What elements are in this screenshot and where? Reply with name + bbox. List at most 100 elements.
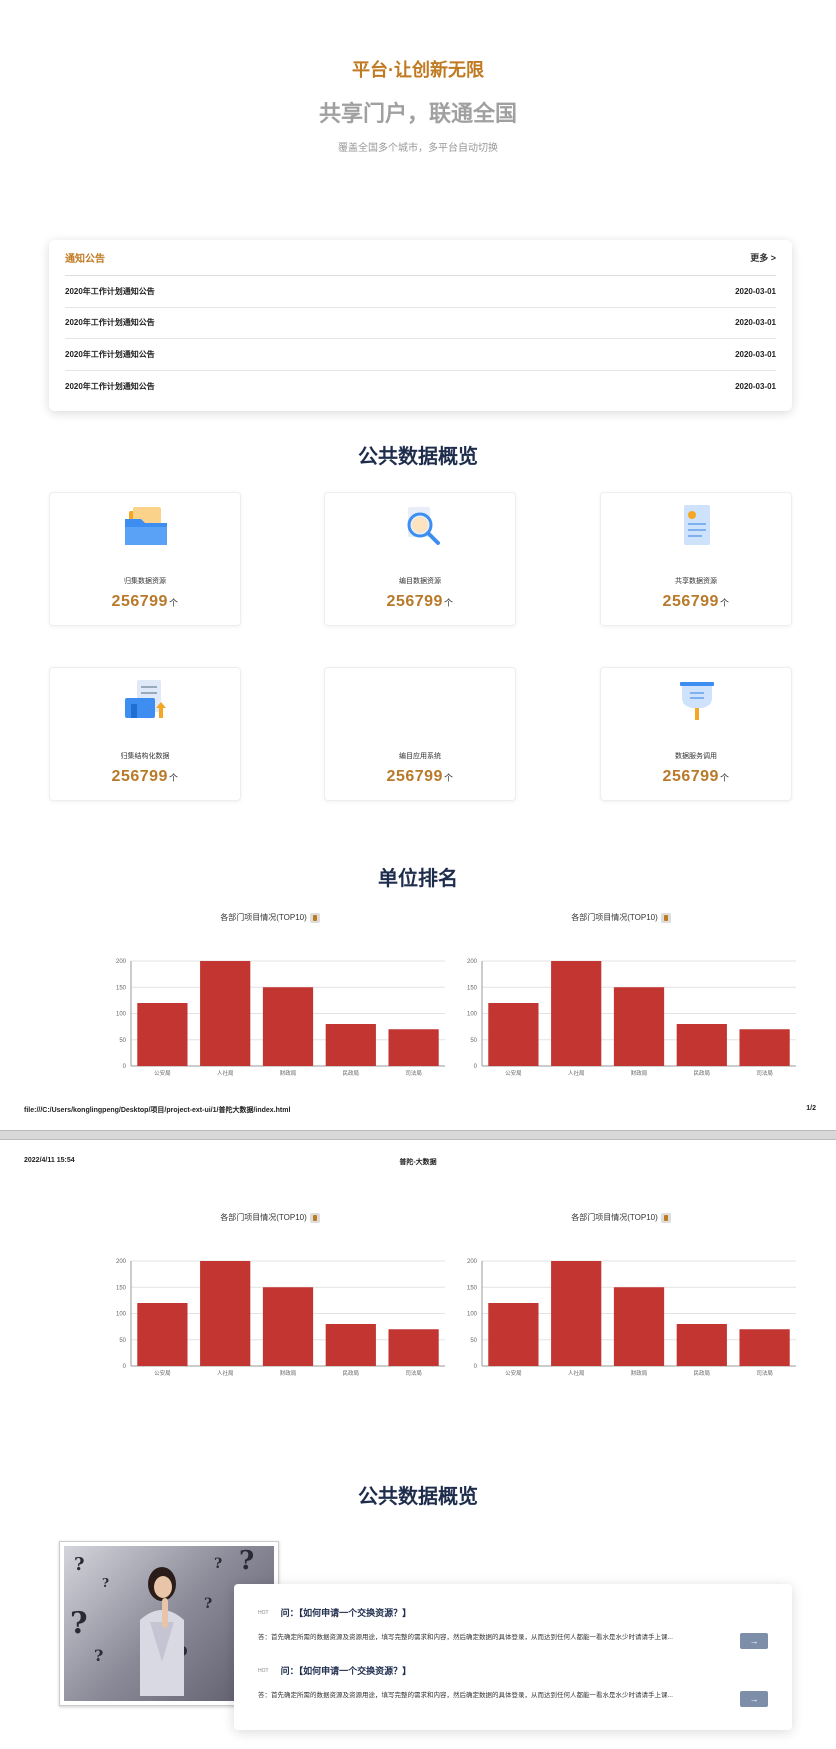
x-tick-label: 公安局 (154, 1369, 171, 1377)
stat-card[interactable]: 编目数据资源 256799个 (324, 492, 516, 626)
faq-answer: 答：首先确定所需的数据资源及资源用途，填写完整的需求和内容，然后确定数据的具体登… (258, 1692, 673, 1699)
faq-question-text[interactable]: 问：【如何申请一个交换资源？】 (281, 1664, 412, 1677)
y-tick-label: 0 (123, 1064, 127, 1070)
bar (200, 961, 251, 1066)
y-tick-label: 0 (474, 1064, 478, 1070)
notice-item-title: 2020年工作计划通知公告 (65, 381, 155, 391)
x-tick-label: 财政局 (280, 1369, 297, 1377)
overview2-title: 公共数据概览 (358, 1486, 478, 1508)
x-tick-label: 公安局 (505, 1369, 522, 1377)
bar (551, 1261, 602, 1366)
x-tick-label: 民政局 (694, 1369, 711, 1377)
x-tick-label: 人社局 (217, 1069, 234, 1077)
notice-item-date: 2020-03-01 (735, 349, 776, 359)
x-tick-label: 人社局 (568, 1369, 585, 1377)
notice-item[interactable]: 2020年工作计划通知公告 2020-03-01 (65, 339, 776, 371)
notice-item-date: 2020-03-01 (735, 318, 776, 328)
x-tick-label: 民政局 (343, 1369, 360, 1377)
bar-chart: 各部门项目情况(TOP10) 0 50 100 150 200 公安局 人社局 财政局 民政局 司… (446, 1212, 796, 1392)
bar (262, 1287, 314, 1366)
x-tick-label: 公安局 (505, 1069, 522, 1077)
x-tick-label: 人社局 (217, 1369, 234, 1377)
x-tick-label: 民政局 (343, 1069, 360, 1077)
y-tick-label: 50 (119, 1338, 126, 1344)
y-tick-label: 150 (116, 1285, 127, 1291)
notice-item[interactable]: 2020年工作计划通知公告 2020-03-01 (65, 371, 776, 403)
bar (676, 1324, 727, 1366)
bar (676, 1024, 727, 1066)
notice-item[interactable]: 2020年工作计划通知公告 2020-03-01 (65, 308, 776, 339)
y-tick-label: 0 (474, 1364, 478, 1370)
bar (739, 1329, 790, 1366)
x-tick-label: 民政局 (694, 1069, 711, 1077)
chart-download-icon[interactable] (660, 912, 671, 923)
print-footer-page: 1/2 (806, 1105, 816, 1112)
stat-card[interactable]: 归集数据资源 256799个 (49, 492, 241, 626)
print-header-title: 普陀-大数据 (399, 1159, 437, 1166)
chart-title: 各部门项目情况(TOP10) (446, 1212, 796, 1223)
chart-download-icon[interactable] (309, 912, 320, 923)
x-tick-label: 财政局 (631, 1069, 648, 1077)
bar (325, 1024, 376, 1066)
bar (739, 1029, 790, 1066)
faq-item: HOT 问：【如何申请一个交换资源？】 答：首先确定所需的数据资源及资源用途，填… (258, 1664, 768, 1722)
bar (262, 987, 314, 1066)
stat-card[interactable]: 共享数据资源 256799个 (600, 492, 792, 626)
y-tick-label: 150 (467, 1285, 478, 1291)
y-tick-label: 200 (116, 959, 127, 965)
document-upload-icon (125, 680, 166, 718)
stat-card[interactable]: 编目应用系统 256799个 (324, 667, 516, 801)
y-tick-label: 50 (119, 1038, 126, 1044)
y-tick-label: 50 (470, 1338, 477, 1344)
x-tick-label: 财政局 (280, 1069, 297, 1077)
y-tick-label: 100 (116, 1312, 127, 1318)
bar (613, 987, 665, 1066)
y-tick-label: 150 (467, 985, 478, 991)
print-footer-path: file:///C:/Users/konglingpeng/Desktop/项目… (24, 1107, 291, 1114)
y-tick-label: 100 (467, 1012, 478, 1018)
page-break (0, 1130, 836, 1140)
chart-title: 各部门项目情况(TOP10) (95, 1212, 445, 1223)
notice-item-date: 2020-03-01 (735, 286, 776, 296)
bar-chart-svg: 0 50 100 150 200 公安局 人社局 财政局 民政局 司法局 (467, 959, 796, 1077)
notice-item-title: 2020年工作计划通知公告 (65, 349, 155, 359)
faq-arrow-button[interactable]: → (740, 1691, 768, 1707)
chart-title: 各部门项目情况(TOP10) (95, 912, 445, 923)
stat-label: 编目数据资源 (399, 578, 441, 585)
hero-description: 覆盖全国多个城市，多平台自动切换 (338, 143, 498, 154)
faq-arrow-button[interactable]: → (740, 1633, 768, 1649)
stat-card[interactable]: 归集结构化数据 256799个 (49, 667, 241, 801)
y-tick-label: 200 (467, 1259, 478, 1265)
stat-value: 256799个 (111, 593, 179, 610)
faq-question-text[interactable]: 问：【如何申请一个交换资源？】 (281, 1606, 412, 1619)
notice-more-link[interactable]: 更多 > (750, 251, 776, 264)
bar (200, 1261, 251, 1366)
stat-label: 数据服务调用 (675, 753, 717, 760)
stat-card[interactable]: 数据服务调用 256799个 (600, 667, 792, 801)
bar (137, 1303, 188, 1366)
faq-question: HOT 问：【如何申请一个交换资源？】 (258, 1606, 768, 1619)
x-tick-label: 司法局 (756, 1069, 773, 1077)
x-tick-label: 人社局 (568, 1069, 585, 1077)
hot-badge: HOT (258, 1609, 269, 1616)
stat-value: 256799个 (662, 593, 730, 610)
id-card-icon (684, 505, 710, 545)
notice-item[interactable]: 2020年工作计划通知公告 2020-03-01 (65, 276, 776, 308)
bar-chart-svg: 0 50 100 150 200 公安局 人社局 财政局 民政局 司法局 (116, 1259, 445, 1377)
overview-title: 公共数据概览 (358, 446, 478, 468)
stat-label: 归集数据资源 (124, 578, 166, 585)
person-figure (140, 1567, 184, 1696)
stat-label: 归集结构化数据 (120, 753, 170, 760)
bar-chart: 各部门项目情况(TOP10) 0 50 100 150 200 公安局 人社局 财政局 民政局 司… (95, 1212, 445, 1392)
x-tick-label: 财政局 (631, 1369, 648, 1377)
bar (551, 961, 602, 1066)
faq-question: HOT 问：【如何申请一个交换资源？】 (258, 1664, 768, 1677)
chart-download-icon[interactable] (309, 1212, 320, 1223)
y-tick-label: 0 (123, 1364, 127, 1370)
bar (488, 1303, 539, 1366)
hero-title: 平台·让创新无限 (352, 60, 484, 80)
chart-download-icon[interactable] (660, 1212, 671, 1223)
ranking-title: 单位排名 (378, 868, 458, 890)
hot-badge: HOT (258, 1667, 269, 1674)
bar (388, 1329, 439, 1366)
